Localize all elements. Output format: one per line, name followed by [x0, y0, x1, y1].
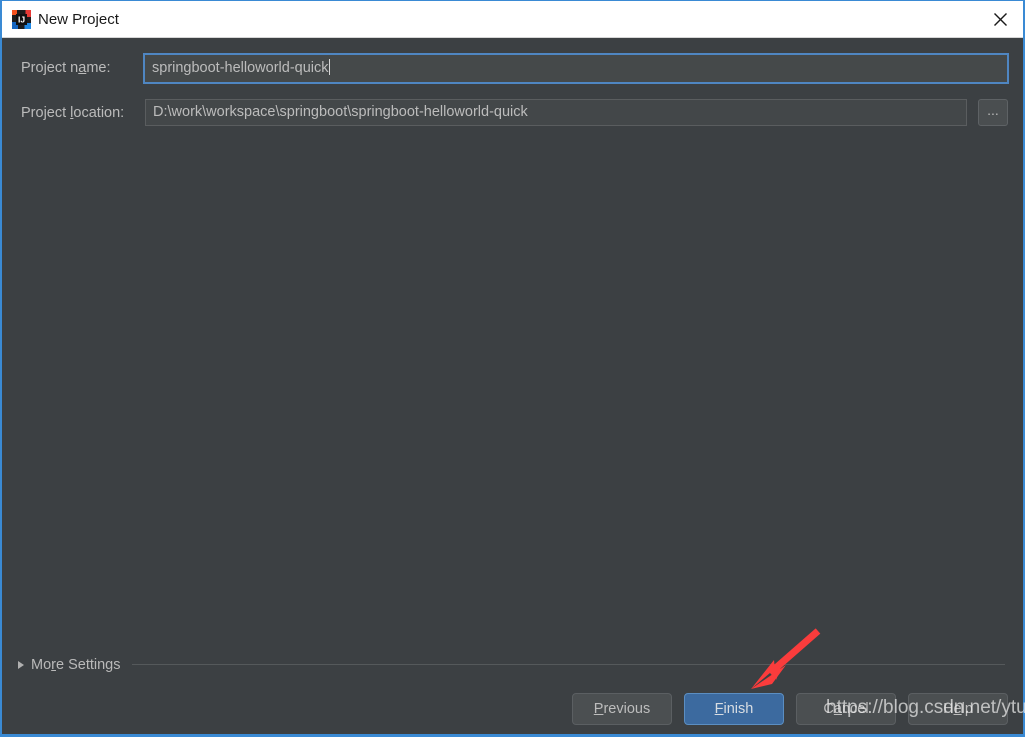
finish-button[interactable]: Finish [684, 693, 784, 725]
svg-text:IJ: IJ [18, 15, 25, 25]
chevron-right-icon [18, 661, 24, 669]
title-bar: IJ New Project [2, 1, 1023, 38]
project-name-label: Project name: [21, 60, 111, 76]
previous-button[interactable]: Previous [572, 693, 672, 725]
dialog-body: Project name: springboot-helloworld-quic… [2, 38, 1023, 734]
close-icon[interactable] [977, 1, 1023, 37]
text-caret [328, 59, 330, 75]
project-name-input[interactable]: springboot-helloworld-quick [143, 53, 1009, 84]
browse-folder-button[interactable]: ... [978, 99, 1008, 126]
project-name-row: Project name: springboot-helloworld-quic… [2, 53, 1023, 84]
project-location-input[interactable]: D:\work\workspace\springboot\springboot-… [145, 99, 967, 126]
project-location-label: Project location: [21, 105, 125, 121]
intellij-idea-icon: IJ [12, 10, 31, 29]
project-location-row: Project location: D:\work\workspace\spri… [2, 98, 1023, 128]
more-settings-label: More Settings [31, 657, 121, 673]
window-title: New Project [38, 11, 119, 28]
watermark-text: https://blog.csdn.net/ytuglt [826, 697, 1025, 718]
more-settings-divider [132, 664, 1005, 665]
new-project-dialog: IJ New Project Project name: springboot-… [0, 0, 1025, 737]
more-settings-toggle[interactable]: More Settings [18, 655, 121, 675]
